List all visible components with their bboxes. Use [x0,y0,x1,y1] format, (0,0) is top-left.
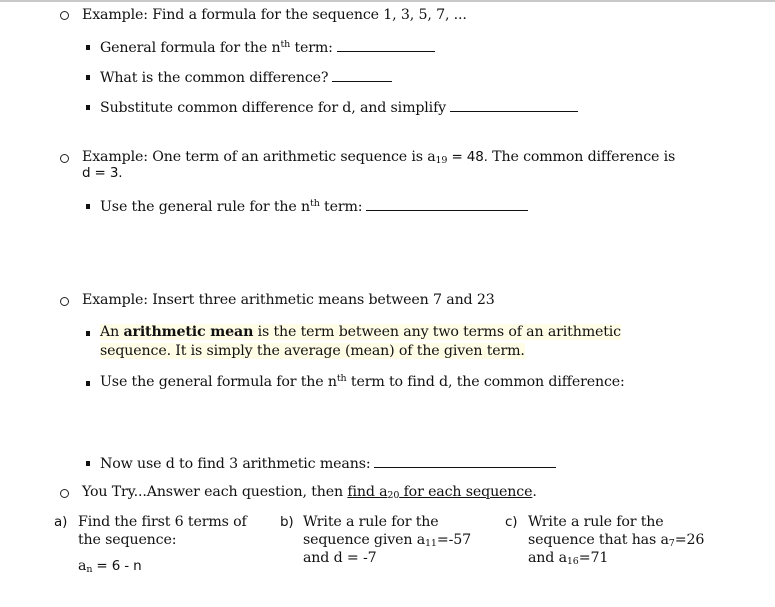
you-try-heading: You Try...Answer each question, then fin… [82,484,537,501]
problem-text: and a [528,550,567,566]
problem-label: c) [505,514,518,530]
instruction-text: for each sequence [399,484,533,500]
item-text: term to find d, the common difference: [346,374,625,390]
example3-item-find-means: Now use d to find 3 arithmetic means: [100,454,557,473]
item-text: Use the general rule for the n [100,199,311,215]
answer-blank[interactable] [374,454,557,468]
problem-line: sequence that has a7=26 [528,531,704,549]
example1-item-common-difference: What is the common difference? [100,68,393,87]
formula-text: = 6 - n [92,558,142,574]
arithmetic-mean-definition: An arithmetic mean is the term between a… [100,324,621,341]
answer-blank[interactable] [450,98,579,112]
item-text: Substitute common difference for d, and … [100,100,447,116]
example3-item-find-d: Use the general formula for the nth term… [100,374,625,391]
problem-text: sequence that has a [528,532,669,548]
subscript: 11 [425,538,437,549]
problem-line: and d = -7 [303,550,377,566]
problem-c-text: Write a rule for the sequence that has a… [528,513,704,567]
circle-bullet-icon [60,11,69,20]
problem-a-text: Find the first 6 terms of the sequence: … [78,513,247,575]
example1-heading: Example: Find a formula for the sequence… [82,7,467,23]
heading-text: Example: One term of an arithmetic seque… [82,149,436,165]
heading-text: . [532,484,537,500]
example1-item-substitute: Substitute common difference for d, and … [100,98,579,117]
answer-blank[interactable] [336,38,435,52]
problem-text: =71 [578,550,609,566]
subscript: 20 [387,490,400,501]
problem-line: Write a rule for the [528,514,664,530]
problem-label: b) [280,514,294,530]
highlighted-text: sequence. It is simply the average (mean… [100,343,525,359]
problem-formula: an = 6 - n [78,557,247,575]
example2-item-general-rule: Use the general rule for the nth term: [100,197,529,216]
square-bullet-icon [86,204,90,209]
problem-text: sequence given a [303,532,426,548]
underlined-instruction: find a20 for each sequence [347,484,532,500]
example1-item-general-formula: General formula for the nth term: [100,38,435,57]
problem-line: Find the first 6 terms of [78,514,247,530]
item-text: General formula for the n [100,40,281,56]
item-text: Use the general formula for the n [100,374,337,390]
page-top-border [0,0,775,2]
problem-line: the sequence: [78,532,177,548]
example2-given-d: d = 3. [82,165,123,181]
square-bullet-icon [86,105,90,110]
superscript: th [310,198,320,209]
definition-term: arithmetic mean [123,324,254,340]
square-bullet-icon [86,381,90,386]
circle-bullet-icon [60,154,69,163]
problem-label: a) [54,514,68,530]
highlighted-text: An arithmetic mean is the term between a… [100,324,621,340]
item-text: Now use d to find 3 arithmetic means: [100,456,371,472]
arithmetic-mean-definition-line2: sequence. It is simply the average (mean… [100,343,525,360]
problem-line: and a16=71 [528,549,704,567]
example3-heading: Example: Insert three arithmetic means b… [82,292,495,308]
heading-text: The common difference is [487,149,676,165]
item-text: term: [319,199,363,215]
subscript: 16 [566,556,579,567]
problem-line: Write a rule for the [303,514,439,530]
definition-text: An [100,324,124,340]
instruction-text: find a [347,484,388,500]
problem-b: b) [280,513,294,531]
heading-text: You Try...Answer each question, then [82,484,348,500]
problem-a: a) [54,513,67,531]
superscript: th [280,39,291,50]
problem-line: sequence given a11=-57 [303,531,471,549]
problem-text: =-57 [436,532,471,548]
superscript: th [336,373,347,384]
square-bullet-icon [86,75,90,80]
item-text: term: [290,40,333,56]
problem-text: =26 [674,532,705,548]
item-text: What is the common difference? [100,70,329,86]
square-bullet-icon [86,45,90,50]
circle-bullet-icon [60,489,69,498]
problem-c: c) [505,513,518,531]
circle-bullet-icon [60,297,69,306]
problem-b-text: Write a rule for the sequence given a11=… [303,513,471,567]
example2-heading: Example: One term of an arithmetic seque… [82,149,675,166]
square-bullet-icon [86,331,90,336]
definition-text: is the term between any two terms of an … [253,324,622,340]
answer-blank[interactable] [366,197,529,211]
heading-equation: = 48. [447,149,488,165]
square-bullet-icon [86,461,90,466]
subscript: 19 [435,155,448,166]
answer-blank[interactable] [332,68,393,82]
